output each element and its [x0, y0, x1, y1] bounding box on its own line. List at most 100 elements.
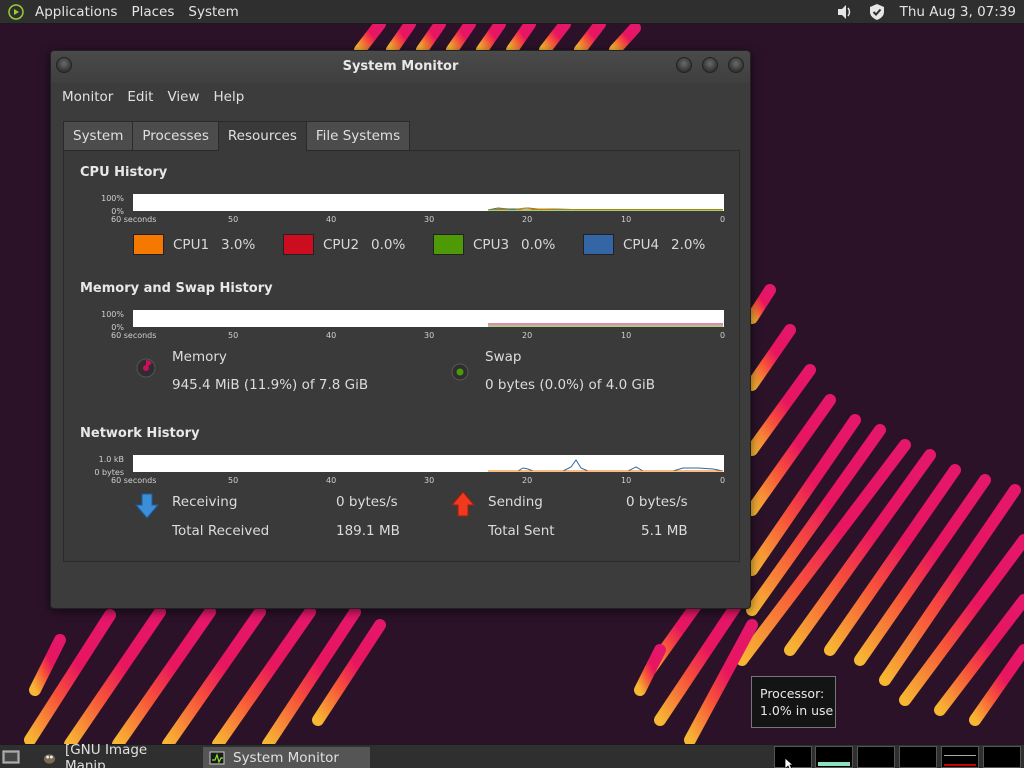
menu-applications[interactable]: Applications	[28, 0, 124, 24]
cpu1-color-swatch[interactable]	[133, 234, 164, 255]
memory-pie-icon[interactable]	[135, 357, 157, 379]
distro-logo-icon[interactable]	[8, 3, 24, 20]
network-history-graph	[133, 455, 724, 472]
receiving-label: Receiving	[172, 494, 238, 510]
cpu-x-label-60: 60 seconds	[111, 215, 157, 224]
memory-y-top-label: 100%	[101, 310, 124, 319]
cpu3-label: CPU3	[473, 236, 510, 253]
network-x-label-20: 20	[522, 476, 533, 485]
volume-icon[interactable]	[836, 3, 854, 21]
network-x-label-10: 10	[621, 476, 632, 485]
cpu1-value: 3.0%	[221, 236, 256, 253]
network-x-label-30: 30	[424, 476, 435, 485]
cpu4-color-swatch[interactable]	[583, 234, 614, 255]
cpu2-label: CPU2	[323, 236, 360, 253]
bottom-panel: [GNU Image Manip... System Monitor	[0, 742, 1024, 768]
system-monitor-window: System Monitor Monitor Edit View Help Sy…	[50, 50, 751, 609]
maximize-button[interactable]	[702, 57, 718, 73]
window-titlebar[interactable]: System Monitor	[51, 51, 750, 83]
menu-edit[interactable]: Edit	[120, 89, 160, 105]
show-desktop-icon[interactable]	[2, 749, 20, 765]
cpu3-color-swatch[interactable]	[433, 234, 464, 255]
cpu1-label: CPU1	[173, 236, 210, 253]
window-menubar: Monitor Edit View Help	[51, 83, 750, 111]
system-monitor-icon	[209, 751, 225, 764]
memory-history-title: Memory and Swap History	[80, 281, 273, 296]
menu-help[interactable]: Help	[207, 89, 252, 105]
memory-x-label-60: 60 seconds	[111, 331, 157, 340]
network-y-top-label: 1.0 kB	[98, 455, 124, 464]
cpu-x-label-20: 20	[522, 215, 533, 224]
workspace-5[interactable]	[941, 746, 979, 768]
tab-system[interactable]: System	[63, 121, 134, 150]
memory-x-label-40: 40	[326, 331, 337, 340]
workspace-3[interactable]	[857, 746, 895, 768]
swap-value: 0 bytes (0.0%) of 4.0 GiB	[485, 377, 656, 393]
cpu4-legend[interactable]: CPU4 2.0%	[583, 234, 705, 255]
total-received-label: Total Received	[172, 523, 270, 539]
swap-label: Swap	[485, 349, 522, 365]
gimp-icon	[43, 753, 56, 764]
receiving-arrow-icon[interactable]	[134, 493, 160, 519]
panel-clock[interactable]: Thu Aug 3, 07:39	[900, 4, 1024, 20]
memory-history-graph	[133, 310, 724, 327]
tooltip-line-2: 1.0% in use	[760, 703, 834, 718]
cpu-x-label-40: 40	[326, 215, 337, 224]
resources-panel: CPU History 100% 0% 60 seconds 50 40 30 …	[63, 150, 740, 562]
memory-x-label-20: 20	[522, 331, 533, 340]
cpu-history-title: CPU History	[80, 165, 168, 180]
network-x-label-0: 0	[720, 476, 726, 485]
network-history-title: Network History	[80, 426, 200, 441]
cpu3-legend[interactable]: CPU3 0.0%	[433, 234, 555, 255]
sending-label: Sending	[488, 494, 543, 510]
workspace-2[interactable]	[815, 746, 853, 768]
memory-x-label-10: 10	[621, 331, 632, 340]
tab-file-systems[interactable]: File Systems	[305, 121, 411, 150]
cpu2-legend[interactable]: CPU2 0.0%	[283, 234, 405, 255]
cpu-history-graph	[133, 194, 724, 211]
taskbar-gimp-label: [GNU Image Manip...	[64, 741, 148, 768]
network-x-label-50: 50	[228, 476, 239, 485]
menu-monitor[interactable]: Monitor	[55, 89, 120, 105]
cpu-x-label-10: 10	[621, 215, 632, 224]
swap-pie-icon[interactable]	[449, 361, 471, 383]
workspace-4[interactable]	[899, 746, 937, 768]
menu-view[interactable]: View	[160, 89, 206, 105]
cpu-x-label-0: 0	[720, 215, 726, 224]
window-title: System Monitor	[342, 59, 459, 74]
workspace-6[interactable]	[983, 746, 1021, 768]
mouse-cursor-icon	[784, 757, 794, 768]
taskbar-item-system-monitor[interactable]: System Monitor	[203, 747, 370, 768]
tab-notebook: System Processes Resources File Systems …	[63, 121, 740, 562]
memory-x-label-50: 50	[228, 331, 239, 340]
total-received-value: 189.1 MB	[336, 523, 400, 539]
cpu2-color-swatch[interactable]	[283, 234, 314, 255]
tooltip-line-1: Processor:	[760, 686, 825, 701]
close-button[interactable]	[728, 57, 744, 73]
memory-x-label-0: 0	[720, 331, 726, 340]
cpu1-legend[interactable]: CPU1 3.0%	[133, 234, 255, 255]
total-sent-value: 5.1 MB	[641, 523, 688, 539]
shield-icon[interactable]	[868, 3, 886, 21]
cpu3-value: 0.0%	[521, 236, 556, 253]
tab-processes[interactable]: Processes	[132, 121, 219, 150]
taskbar-system-monitor-label: System Monitor	[233, 749, 339, 766]
receiving-value: 0 bytes/s	[336, 494, 398, 510]
memory-label: Memory	[172, 349, 227, 365]
sending-arrow-icon[interactable]	[450, 491, 476, 517]
minimize-button[interactable]	[676, 57, 692, 73]
top-panel: Applications Places System Thu Aug 3, 07…	[0, 0, 1024, 24]
memory-value: 945.4 MiB (11.9%) of 7.8 GiB	[172, 377, 369, 393]
cpu-x-label-50: 50	[228, 215, 239, 224]
menu-system[interactable]: System	[181, 0, 245, 24]
cpu2-value: 0.0%	[371, 236, 406, 253]
tab-resources[interactable]: Resources	[217, 121, 307, 151]
taskbar-item-gimp[interactable]: [GNU Image Manip...	[36, 742, 196, 768]
menu-places[interactable]: Places	[124, 0, 181, 24]
cpu4-label: CPU4	[623, 236, 660, 253]
total-sent-label: Total Sent	[488, 523, 555, 539]
tab-bar: System Processes Resources File Systems	[63, 121, 740, 151]
processor-tooltip: Processor: 1.0% in use	[751, 676, 836, 728]
cpu-y-top-label: 100%	[101, 194, 124, 203]
network-x-label-60: 60 seconds	[111, 476, 157, 485]
